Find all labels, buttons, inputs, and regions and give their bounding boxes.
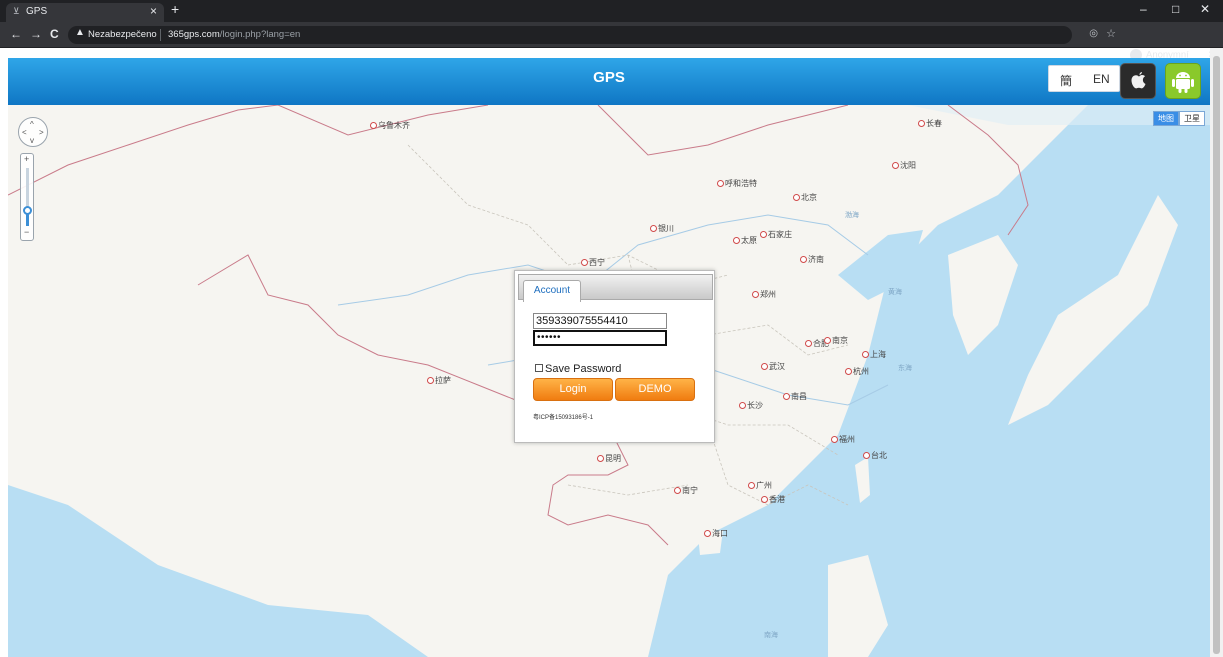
login-button[interactable]: Login: [533, 378, 613, 401]
url-path: /login.php?lang=en: [219, 29, 301, 40]
city-label: 石家庄: [760, 229, 792, 240]
tab-account[interactable]: Account: [523, 280, 581, 302]
city-label: 南宁: [674, 485, 698, 496]
city-label: 海口: [704, 528, 728, 539]
city-label: 南昌: [783, 391, 807, 402]
password-input[interactable]: ••••••: [533, 330, 667, 346]
map-zoom-control[interactable]: + −: [20, 153, 34, 241]
pan-right-icon[interactable]: >: [39, 128, 44, 137]
browser-tab-bar: ⊻ GPS × + – □ ✕: [0, 0, 1223, 22]
map-type-satellite[interactable]: 卫星: [1179, 111, 1205, 126]
city-label: 武汉: [761, 361, 785, 372]
sea-label: 东海: [898, 365, 912, 372]
page-header: GPS 簡 EN: [8, 58, 1210, 105]
warning-icon[interactable]: ▲: [75, 27, 85, 38]
username-input[interactable]: 359339075554410: [533, 313, 667, 329]
minimize-button[interactable]: –: [1140, 2, 1147, 16]
city-label: 广州: [748, 480, 772, 491]
address-divider: [160, 29, 161, 41]
sea-label: 渤海: [845, 212, 859, 219]
login-tab-strip: Account: [518, 274, 713, 302]
pan-left-icon[interactable]: <: [22, 128, 27, 137]
close-tab-icon[interactable]: ×: [150, 4, 157, 18]
gps-favicon-icon: ⊻: [13, 6, 20, 16]
reload-button[interactable]: C: [50, 27, 59, 41]
maximize-button[interactable]: □: [1172, 2, 1179, 16]
save-password-checkbox[interactable]: Save Password: [535, 363, 621, 375]
pan-up-icon[interactable]: ^: [30, 120, 34, 129]
pan-down-icon[interactable]: v: [30, 136, 34, 145]
city-label: 银川: [650, 223, 674, 234]
address-bar[interactable]: ▲ Nezabezpečeno 365gps.com/login.php?lan…: [68, 26, 1116, 44]
city-label: 太原: [733, 235, 757, 246]
page-scrollbar[interactable]: [1210, 48, 1223, 657]
icp-license-text: 粤ICP备15093186号-1: [533, 415, 594, 421]
city-label: 拉萨: [427, 375, 451, 386]
save-password-label: Save Password: [545, 363, 622, 375]
city-label: 乌鲁木齐: [370, 120, 410, 131]
sea-label: 南海: [764, 632, 778, 639]
tracking-protection-icon[interactable]: ◎: [1089, 28, 1098, 39]
apple-icon: [1131, 71, 1146, 89]
zoom-out-button[interactable]: −: [24, 227, 29, 237]
bookmark-star-icon[interactable]: ☆: [1106, 27, 1116, 40]
apple-app-button[interactable]: [1120, 63, 1156, 99]
browser-tab[interactable]: ⊻ GPS ×: [6, 3, 164, 22]
page-title: GPS: [593, 69, 625, 86]
browser-toolbar: ← → C ▲ Nezabezpečeno 365gps.com/login.p…: [0, 22, 1223, 63]
lang-chinese[interactable]: 簡: [1060, 72, 1072, 89]
back-button[interactable]: ←: [10, 27, 22, 41]
new-tab-button[interactable]: +: [171, 1, 179, 17]
map-type-switcher: 地图 卫星: [1153, 111, 1205, 126]
scrollbar-thumb[interactable]: [1213, 56, 1220, 654]
android-icon: [1172, 72, 1194, 93]
city-label: 长沙: [739, 400, 763, 411]
city-label: 沈阳: [892, 160, 916, 171]
city-label: 福州: [831, 434, 855, 445]
close-window-button[interactable]: ✕: [1200, 2, 1210, 16]
url-host: 365gps.com: [168, 29, 220, 40]
city-label: 南京: [824, 335, 848, 346]
city-label: 北京: [793, 192, 817, 203]
city-label: 香港: [761, 494, 785, 505]
security-label[interactable]: Nezabezpečeno: [88, 29, 157, 40]
city-label: 呼和浩特: [717, 178, 757, 189]
city-label: 上海: [862, 349, 886, 360]
android-app-button[interactable]: [1165, 63, 1201, 99]
url-text[interactable]: 365gps.com/login.php?lang=en: [168, 29, 300, 40]
city-label: 杭州: [845, 366, 869, 377]
city-label: 台北: [863, 450, 887, 461]
map-type-map[interactable]: 地图: [1153, 111, 1179, 126]
city-label: 西宁: [581, 257, 605, 268]
login-panel: Account 359339075554410 •••••• Save Pass…: [514, 270, 715, 443]
city-label: 郑州: [752, 289, 776, 300]
city-label: 昆明: [597, 453, 621, 464]
language-switcher: 簡 EN: [1048, 65, 1120, 92]
map-pan-control[interactable]: ^ < > v: [18, 117, 48, 147]
city-label: 济南: [800, 254, 824, 265]
zoom-slider-handle[interactable]: [23, 206, 32, 215]
city-label: 长春: [918, 118, 942, 129]
sea-label: 黄海: [888, 289, 902, 296]
demo-button[interactable]: DEMO: [615, 378, 695, 401]
checkbox-box[interactable]: [535, 364, 543, 372]
lang-english[interactable]: EN: [1093, 72, 1110, 86]
forward-button[interactable]: →: [30, 27, 42, 41]
zoom-in-button[interactable]: +: [24, 154, 29, 164]
tab-title: GPS: [26, 6, 48, 17]
